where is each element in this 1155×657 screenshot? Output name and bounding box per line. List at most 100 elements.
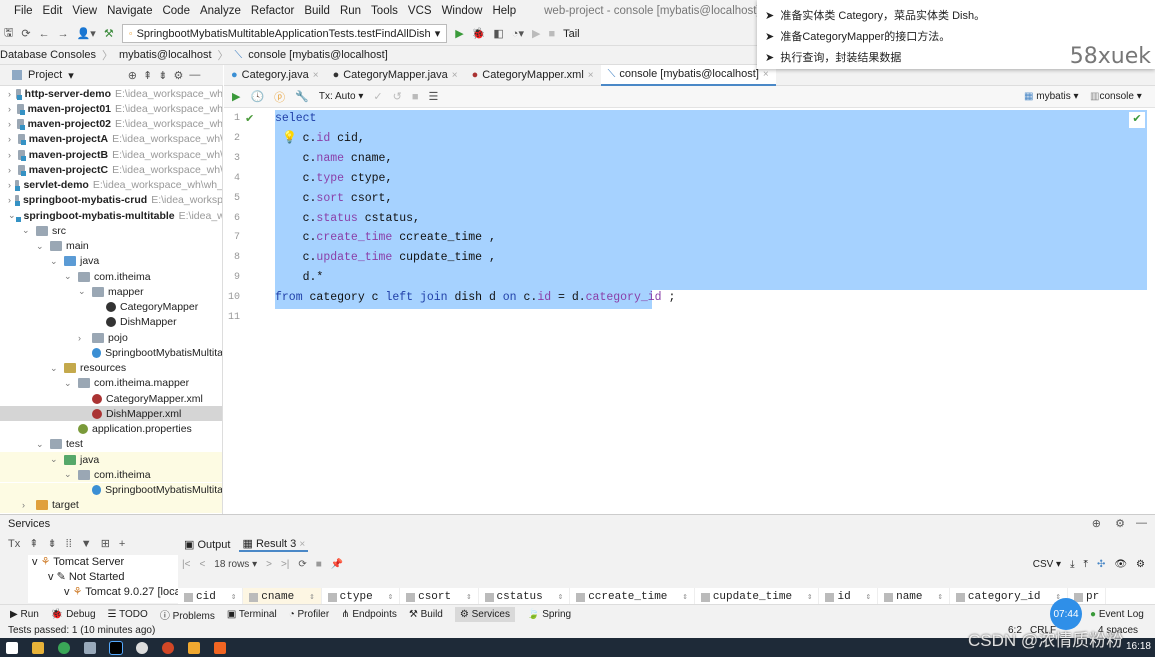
tool-terminal[interactable]: ▣ Terminal [227, 609, 277, 620]
forward-icon[interactable]: → [58, 28, 69, 40]
first-page-icon[interactable]: |< [182, 559, 190, 570]
tree-item[interactable]: › servlet-demo E:\idea_workspace_wh\wh_ [0, 178, 222, 193]
tree-item[interactable]: SpringbootMybatisMultita [0, 482, 222, 498]
tree-item[interactable]: v ✎ Not Started [28, 570, 178, 585]
tree-item[interactable]: › springboot-mybatis-crud E:\idea_worksp [0, 193, 222, 208]
filter-icon[interactable]: ▼ [81, 538, 92, 550]
tree-item[interactable]: › target [0, 497, 222, 513]
tree-item[interactable]: ⌄ src [0, 223, 222, 238]
rollback-icon[interactable]: ↺ [393, 90, 402, 103]
expand-arrow-icon[interactable]: ⌄ [22, 225, 32, 236]
expand-arrow-icon[interactable]: ⌄ [64, 271, 74, 282]
csv-select[interactable]: CSV ▾ [1033, 559, 1061, 570]
menu-navigate[interactable]: Navigate [107, 5, 152, 17]
expand-arrow-icon[interactable]: ⌄ [8, 210, 16, 221]
close-icon[interactable]: × [763, 69, 769, 80]
tree-item[interactable]: ⌄ java [0, 452, 222, 467]
stop-icon[interactable]: ■ [548, 28, 555, 40]
locate-icon[interactable]: ⊕ [128, 69, 137, 82]
sort-icon[interactable]: ⇕ [682, 592, 687, 602]
tree-item[interactable]: ⌄ mapper [0, 284, 222, 299]
expand-arrow-icon[interactable]: › [8, 180, 11, 190]
tree-item[interactable]: v ⚘ Tomcat 9.0.27 [loca [28, 585, 181, 600]
eye-icon[interactable]: 👁 [1114, 559, 1127, 570]
tree-item[interactable]: › maven-projectC E:\idea_workspace_wh\ [0, 162, 222, 177]
gear-icon[interactable]: ⚙ [173, 69, 183, 82]
obs-icon[interactable] [136, 641, 148, 654]
close-icon[interactable]: × [588, 70, 594, 81]
expand-arrow-icon[interactable]: ⌄ [36, 439, 46, 450]
tree-item[interactable]: CategoryMapper.xml [0, 391, 222, 406]
tree-item[interactable]: DishMapper.xml [0, 406, 222, 422]
tab-categorymapper-xml[interactable]: ● CategoryMapper.xml × [465, 65, 601, 86]
expand-arrow-icon[interactable]: › [8, 134, 14, 144]
download-icon[interactable]: ⤓ [1070, 559, 1074, 570]
user-icon[interactable]: 👤▾ [77, 27, 96, 40]
tree-item[interactable]: CategoryMapper [0, 300, 222, 315]
expand-arrow-icon[interactable]: ⌄ [78, 286, 88, 297]
expand-arrow-icon[interactable]: › [8, 119, 13, 129]
expand-arrow-icon[interactable]: › [8, 195, 11, 205]
debug-icon[interactable]: 🐞 [472, 27, 486, 40]
datasource-select[interactable]: ▦ mybatis ▾ [1024, 91, 1079, 102]
close-icon[interactable]: × [313, 70, 319, 81]
history-icon[interactable]: 🕓 [250, 90, 264, 103]
breadcrumb-item[interactable]: console [mybatis@localhost] [248, 49, 388, 61]
tree-item[interactable]: ⌄ java [0, 254, 222, 269]
expand-arrow-icon[interactable]: › [8, 165, 14, 175]
add-icon[interactable]: + [119, 538, 125, 550]
tool-endpoints[interactable]: ⋔ Endpoints [341, 609, 397, 620]
sort-icon[interactable]: ⇕ [866, 592, 871, 602]
tree-item[interactable]: ⌄ main [0, 239, 222, 254]
last-page-icon[interactable]: >| [281, 559, 289, 570]
prev-page-icon[interactable]: < [199, 559, 205, 570]
globe-icon[interactable]: ⊕ [1092, 517, 1101, 530]
tree-item[interactable]: ⌄ resources [0, 361, 222, 376]
tool-spring[interactable]: 🍃 Spring [527, 609, 571, 620]
upload-icon[interactable]: ⤒ [1084, 559, 1088, 570]
run-icon[interactable]: ▶ [455, 27, 463, 40]
tree-item[interactable]: SpringbootMybatisMultita [0, 345, 222, 360]
sort-icon[interactable]: ⇕ [309, 592, 314, 602]
expand-arrow-icon[interactable]: ⌄ [36, 241, 46, 252]
profile-icon[interactable]: ◔▾ [512, 27, 524, 40]
tab-categorymapper-java[interactable]: ● CategoryMapper.java × [326, 65, 465, 86]
build-hammer-icon[interactable]: ⚒ [104, 27, 114, 40]
resume-icon[interactable]: ▶ [532, 27, 540, 40]
app-icon[interactable] [214, 641, 226, 654]
tree-item[interactable]: ⌄ com.itheima [0, 269, 222, 284]
menu-help[interactable]: Help [492, 5, 516, 17]
tree-item[interactable]: › pojo [0, 330, 222, 345]
menu-build[interactable]: Build [304, 5, 330, 17]
rows-select[interactable]: 18 rows ▾ [214, 559, 257, 570]
tool-event-log[interactable]: ● Event Log [1090, 609, 1144, 620]
view-icon[interactable]: ☰ [428, 90, 438, 103]
run-config-select[interactable]: ◦ SpringbootMybatisMultitableApplicationT… [121, 24, 448, 43]
transpose-icon[interactable]: ✣ [1097, 559, 1105, 570]
new-tab-icon[interactable]: ⊞ [101, 537, 110, 550]
minimize-icon[interactable]: — [189, 69, 200, 81]
expand-arrow-icon[interactable]: › [78, 333, 88, 343]
sort-icon[interactable]: ⇕ [807, 592, 812, 602]
explain-plan-icon[interactable]: ⓟ [274, 89, 285, 105]
tree-item[interactable]: › http-server-demo E:\idea_workspace_wh [0, 86, 222, 101]
tree-item[interactable]: application.properties [0, 422, 222, 437]
coverage-icon[interactable]: ◧ [493, 27, 503, 40]
tab-category-java[interactable]: ● Category.java × [224, 65, 326, 86]
sync-icon[interactable]: ⟳ [21, 27, 30, 40]
commit-icon[interactable]: ✓ [373, 90, 382, 103]
menu-code[interactable]: Code [162, 5, 190, 17]
execute-icon[interactable]: ▶ [232, 90, 240, 103]
expand-arrow-icon[interactable]: › [22, 500, 32, 510]
project-title[interactable]: Project [28, 69, 62, 81]
tx-icon[interactable]: Tx [8, 538, 20, 550]
menu-vcs[interactable]: VCS [408, 5, 432, 17]
tree-item[interactable]: › maven-project02 E:\idea_workspace_wh [0, 117, 222, 132]
menu-run[interactable]: Run [340, 5, 361, 17]
expand-all-icon[interactable]: ⇞ [29, 537, 38, 550]
tool-debug[interactable]: 🐞 Debug [51, 609, 96, 620]
expand-arrow-icon[interactable]: › [8, 89, 12, 99]
start-icon[interactable] [6, 641, 18, 654]
menu-refactor[interactable]: Refactor [251, 5, 294, 17]
tool-build[interactable]: ⚒ Build [409, 609, 443, 620]
